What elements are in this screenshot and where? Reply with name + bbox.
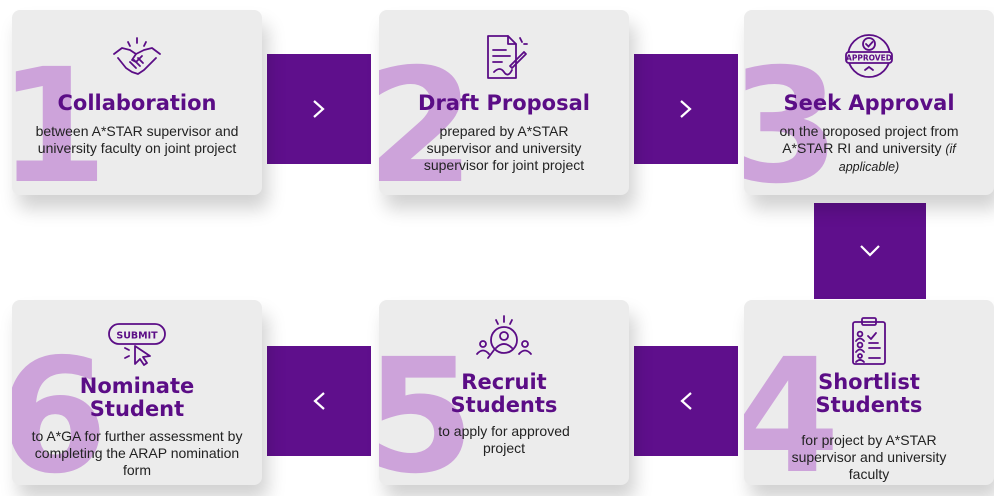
step-title: Nominate Student [12,375,262,421]
step-title: Seek Approval [783,91,955,115]
arrow-5-to-6 [267,346,371,456]
step-description: between A*STAR supervisor and university… [35,123,239,156]
approved-badge-icon: APPROVED [845,34,893,78]
chevron-left-icon [313,392,325,410]
step-title: Shortlist Students [744,371,994,417]
step-title: Collaboration [57,91,217,115]
step-description: to A*GA for further assessment by comple… [31,428,243,478]
step-description-text: on the proposed project from A*STAR RI a… [779,123,959,156]
step-card-seek-approval: 3 APPROVED Seek Approval on the proposed… [744,10,994,195]
step-card-recruit-students: 5 Recruit Students to apply for approved… [379,300,629,485]
step-title-line2: Student [89,397,185,421]
approved-badge-text: APPROVED [846,54,892,63]
step-description: prepared by A*STAR supervisor and univer… [423,123,585,173]
step-title-line1: Shortlist [818,370,920,394]
chevron-left-icon [680,392,692,410]
clipboard-checklist-icon [852,317,886,365]
arrow-3-to-4 [814,203,926,299]
chevron-right-icon [313,100,325,118]
submit-badge-text: SUBMIT [116,331,158,342]
chevron-down-icon [860,245,880,257]
step-card-nominate-student: 6 SUBMIT Nominate Student to A*GA for fu… [12,300,262,485]
step-title: Draft Proposal [418,91,590,115]
step-card-draft-proposal: 2 Draft Proposal prepared by A*STAR supe… [379,10,629,195]
chevron-right-icon [680,100,692,118]
step-title-line2: Students [815,393,923,417]
step-card-collaboration: 1 Collaboration between A*STAR superviso… [12,10,262,195]
submit-click-icon: SUBMIT [108,323,166,366]
step-card-shortlist-students: 4 Shortlist Students for project by A*ST… [744,300,994,485]
step-title: Recruit Students [379,371,629,417]
step-description: on the proposed project from A*STAR RI a… [744,123,994,176]
step-title-line2: Students [450,393,558,417]
step-title-line1: Recruit [461,370,547,394]
arrow-1-to-2 [267,54,371,164]
step-number: 1 [12,35,108,195]
arrow-2-to-3 [634,54,738,164]
step-description: to apply for approved project [438,423,570,456]
step-description: for project by A*STAR supervisor and uni… [791,432,947,482]
document-pen-icon [487,35,528,79]
arrow-4-to-5 [634,346,738,456]
step-title-line1: Nominate [79,374,195,398]
handshake-icon [113,37,161,75]
search-people-icon [476,315,532,359]
